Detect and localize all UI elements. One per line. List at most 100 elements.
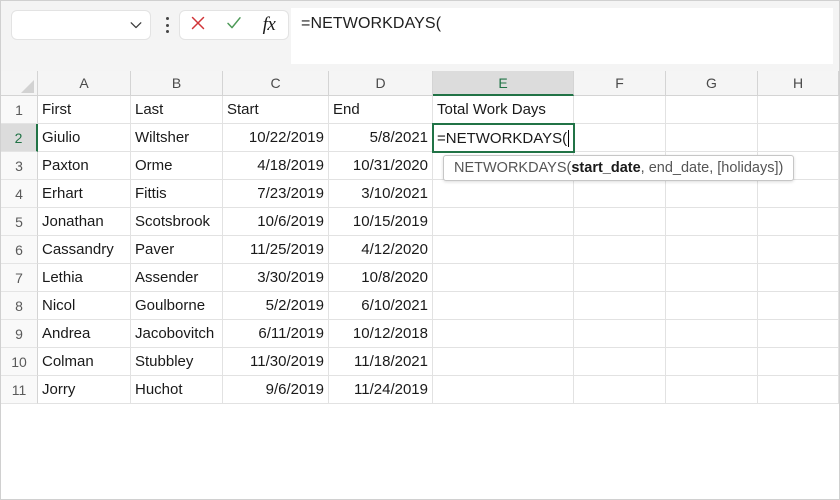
cell-C9[interactable]: 6/11/2019 (223, 320, 329, 348)
cell-D4[interactable]: 3/10/2021 (329, 180, 433, 208)
cell-B11[interactable]: Huchot (131, 376, 223, 404)
cell-A9[interactable]: Andrea (38, 320, 131, 348)
cell-E7[interactable] (433, 264, 574, 292)
cell-H2[interactable] (758, 124, 839, 152)
column-header-c[interactable]: C (223, 71, 329, 96)
cell-G4[interactable] (666, 180, 758, 208)
cell-E11[interactable] (433, 376, 574, 404)
cell-F6[interactable] (574, 236, 666, 264)
cell-B6[interactable]: Paver (131, 236, 223, 264)
column-header-a[interactable]: A (38, 71, 131, 96)
cell-H1[interactable] (758, 96, 839, 124)
cell-B2[interactable]: Wiltsher (131, 124, 223, 152)
cell-D8[interactable]: 6/10/2021 (329, 292, 433, 320)
row-header-11[interactable]: 11 (1, 376, 38, 404)
cell-A8[interactable]: Nicol (38, 292, 131, 320)
cell-F8[interactable] (574, 292, 666, 320)
cell-B1[interactable]: Last (131, 96, 223, 124)
cell-D10[interactable]: 11/18/2021 (329, 348, 433, 376)
formula-input[interactable]: =NETWORKDAYS( (291, 8, 833, 64)
cell-E8[interactable] (433, 292, 574, 320)
spreadsheet-grid[interactable]: ABCDEFGH 1 2 3 4 5 6 7 8 9 10 11 First Last Start End… (1, 71, 839, 499)
select-all-corner[interactable] (1, 71, 38, 96)
column-header-h[interactable]: H (758, 71, 839, 96)
cell-F7[interactable] (574, 264, 666, 292)
row-header-7[interactable]: 7 (1, 264, 38, 292)
cell-D7[interactable]: 10/8/2020 (329, 264, 433, 292)
cell-B3[interactable]: Orme (131, 152, 223, 180)
cell-C11[interactable]: 9/6/2019 (223, 376, 329, 404)
row-header-8[interactable]: 8 (1, 292, 38, 320)
cell-G11[interactable] (666, 376, 758, 404)
row-header-1[interactable]: 1 (1, 96, 38, 124)
cell-C7[interactable]: 3/30/2019 (223, 264, 329, 292)
cell-A4[interactable]: Erhart (38, 180, 131, 208)
cell-F10[interactable] (574, 348, 666, 376)
cell-H10[interactable] (758, 348, 839, 376)
row-header-2[interactable]: 2 (1, 124, 38, 152)
cell-A3[interactable]: Paxton (38, 152, 131, 180)
cell-H7[interactable] (758, 264, 839, 292)
cell-F5[interactable] (574, 208, 666, 236)
cell-A11[interactable]: Jorry (38, 376, 131, 404)
cell-B5[interactable]: Scotsbrook (131, 208, 223, 236)
cell-E1[interactable]: Total Work Days (433, 96, 574, 124)
column-header-f[interactable]: F (574, 71, 666, 96)
row-header-10[interactable]: 10 (1, 348, 38, 376)
cell-C4[interactable]: 7/23/2019 (223, 180, 329, 208)
cell-B7[interactable]: Assender (131, 264, 223, 292)
cell-A1[interactable]: First (38, 96, 131, 124)
cell-G2[interactable] (666, 124, 758, 152)
cell-A2[interactable]: Giulio (38, 124, 131, 152)
chevron-down-icon[interactable] (128, 17, 144, 33)
cell-H6[interactable] (758, 236, 839, 264)
cancel-button[interactable] (180, 11, 216, 39)
cell-F11[interactable] (574, 376, 666, 404)
row-header-5[interactable]: 5 (1, 208, 38, 236)
cell-G5[interactable] (666, 208, 758, 236)
cell-C8[interactable]: 5/2/2019 (223, 292, 329, 320)
cell-D11[interactable]: 11/24/2019 (329, 376, 433, 404)
cell-C5[interactable]: 10/6/2019 (223, 208, 329, 236)
cell-C2[interactable]: 10/22/2019 (223, 124, 329, 152)
column-header-d[interactable]: D (329, 71, 433, 96)
cell-D3[interactable]: 10/31/2020 (329, 152, 433, 180)
cell-F4[interactable] (574, 180, 666, 208)
cell-C3[interactable]: 4/18/2019 (223, 152, 329, 180)
cell-E5[interactable] (433, 208, 574, 236)
cell-G6[interactable] (666, 236, 758, 264)
cell-H11[interactable] (758, 376, 839, 404)
column-header-e[interactable]: E (433, 71, 574, 96)
row-header-4[interactable]: 4 (1, 180, 38, 208)
cell-G7[interactable] (666, 264, 758, 292)
cell-B9[interactable]: Jacobovitch (131, 320, 223, 348)
cell-G9[interactable] (666, 320, 758, 348)
cell-F1[interactable] (574, 96, 666, 124)
cell-F2[interactable] (574, 124, 666, 152)
cell-A5[interactable]: Jonathan (38, 208, 131, 236)
cell-B8[interactable]: Goulborne (131, 292, 223, 320)
cell-D9[interactable]: 10/12/2018 (329, 320, 433, 348)
cell-B10[interactable]: Stubbley (131, 348, 223, 376)
confirm-button[interactable] (216, 11, 252, 39)
more-options-icon[interactable] (161, 16, 173, 34)
cell-E10[interactable] (433, 348, 574, 376)
cell-D1[interactable]: End (329, 96, 433, 124)
row-header-6[interactable]: 6 (1, 236, 38, 264)
cell-G8[interactable] (666, 292, 758, 320)
cell-B4[interactable]: Fittis (131, 180, 223, 208)
cell-F9[interactable] (574, 320, 666, 348)
cell-E6[interactable] (433, 236, 574, 264)
cell-D6[interactable]: 4/12/2020 (329, 236, 433, 264)
cell-H5[interactable] (758, 208, 839, 236)
cell-H9[interactable] (758, 320, 839, 348)
cell-E9[interactable] (433, 320, 574, 348)
insert-function-button[interactable]: fx (252, 11, 286, 39)
cell-E4[interactable] (433, 180, 574, 208)
cell-C1[interactable]: Start (223, 96, 329, 124)
name-box[interactable] (11, 10, 151, 40)
column-header-g[interactable]: G (666, 71, 758, 96)
cell-H8[interactable] (758, 292, 839, 320)
cell-C10[interactable]: 11/30/2019 (223, 348, 329, 376)
cell-C6[interactable]: 11/25/2019 (223, 236, 329, 264)
